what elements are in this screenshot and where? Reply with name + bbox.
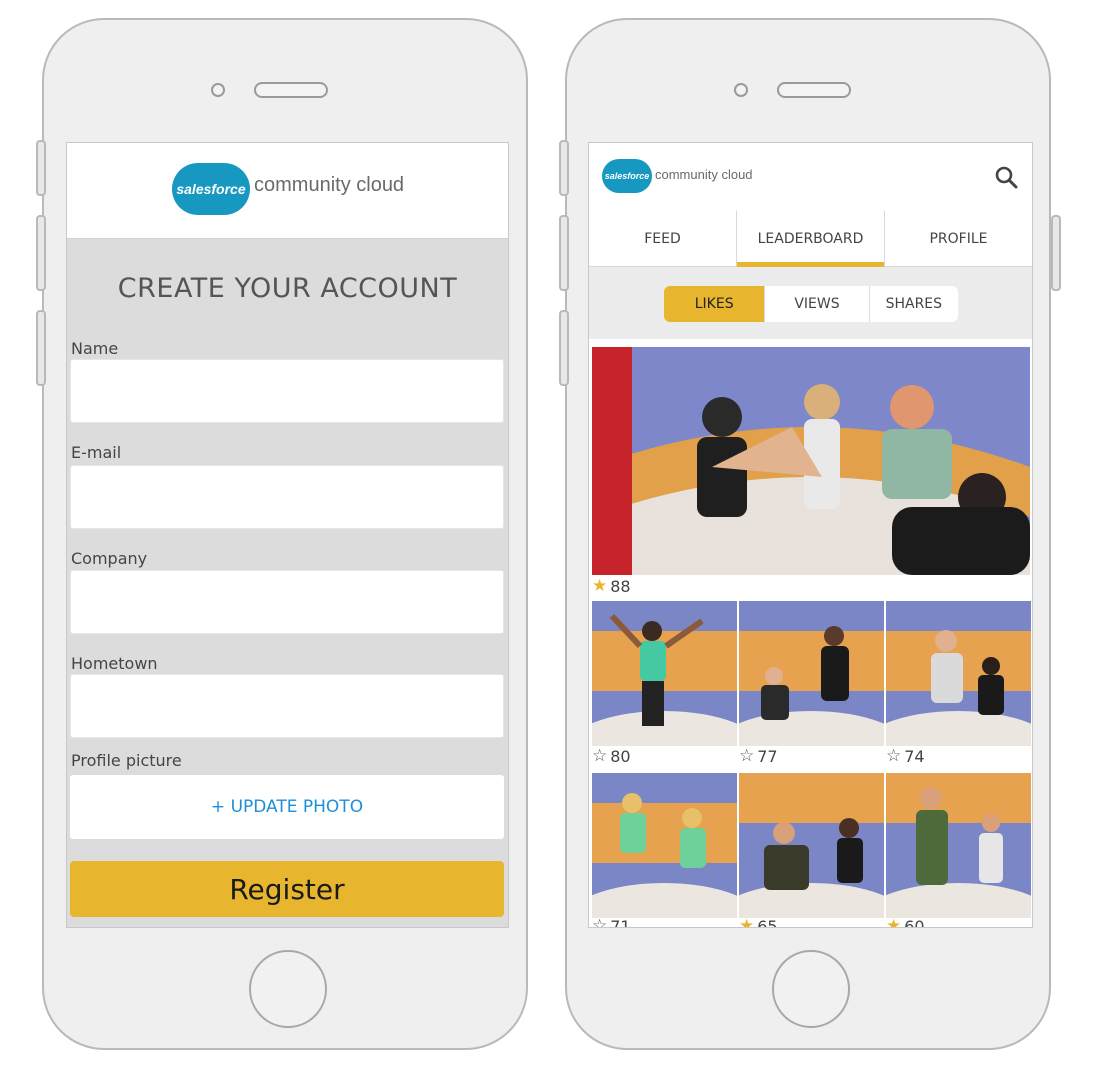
star-icon: ☆	[739, 746, 755, 766]
app-header: salesforce community cloud	[67, 143, 508, 239]
name-label: Name	[71, 339, 119, 358]
right-phone-power-button	[1051, 215, 1061, 291]
home-button[interactable]	[249, 950, 327, 1028]
register-screen: salesforce community cloud CREATE YOUR A…	[66, 142, 509, 928]
email-label: E-mail	[71, 443, 122, 462]
photo-image	[592, 773, 737, 918]
star-icon: ☆	[886, 746, 902, 766]
photo-image	[739, 601, 884, 746]
like-count: ★ 88	[592, 576, 631, 596]
search-icon[interactable]	[994, 165, 1018, 189]
star-icon: ★	[592, 576, 608, 596]
app-header: salesforce community cloud	[589, 143, 1032, 212]
leaderboard-photo[interactable]	[592, 601, 737, 746]
leaderboard-screen: salesforce community cloud FEED LEADERBO…	[588, 142, 1033, 928]
speaker-grille	[777, 82, 851, 98]
name-field[interactable]	[70, 359, 504, 423]
photo-image	[886, 773, 1031, 918]
camera-dot	[211, 83, 225, 97]
company-field[interactable]	[70, 570, 504, 634]
segment-views[interactable]: VIEWS	[765, 286, 870, 322]
segment-likes[interactable]: LIKES	[664, 286, 766, 322]
photo-image	[739, 773, 884, 918]
star-icon: ☆	[592, 916, 608, 928]
photo-image	[886, 601, 1031, 746]
star-icon: ☆	[592, 746, 608, 766]
hometown-field[interactable]	[70, 674, 504, 738]
salesforce-logo: salesforce	[602, 159, 652, 193]
home-button[interactable]	[772, 950, 850, 1028]
right-phone-side-button	[559, 310, 569, 386]
right-phone-side-button	[559, 140, 569, 196]
left-phone-side-button	[36, 310, 46, 386]
tab-profile[interactable]: PROFILE	[885, 211, 1032, 266]
right-phone-side-button	[559, 215, 569, 291]
photo-grid: ★ 88 ☆ 80 ☆ 77 ☆ 74 ☆ 71 ★ 65 ★ 60	[589, 339, 1032, 928]
community-cloud-wordmark: community cloud	[254, 174, 405, 196]
metric-segmented-control: LIKES VIEWS SHARES	[664, 286, 958, 322]
left-phone-side-button	[36, 140, 46, 196]
like-count: ☆ 77	[739, 746, 778, 766]
main-tabs: FEED LEADERBOARD PROFILE	[589, 211, 1032, 267]
like-count: ☆ 80	[592, 746, 631, 766]
speaker-grille	[254, 82, 328, 98]
like-count: ☆ 74	[886, 746, 925, 766]
camera-dot	[734, 83, 748, 97]
leaderboard-photo[interactable]	[739, 601, 884, 746]
leaderboard-photo[interactable]	[886, 773, 1031, 918]
hometown-label: Hometown	[71, 654, 158, 673]
tab-leaderboard[interactable]: LEADERBOARD	[737, 211, 885, 267]
star-icon: ★	[739, 916, 755, 928]
profile-picture-label: Profile picture	[71, 751, 182, 770]
tab-feed[interactable]: FEED	[589, 211, 737, 266]
like-count: ★ 60	[886, 916, 925, 928]
community-cloud-wordmark: community cloud	[655, 167, 753, 182]
salesforce-logo: salesforce	[172, 163, 250, 215]
register-button[interactable]: Register	[70, 861, 504, 917]
update-photo-button[interactable]: + UPDATE PHOTO	[70, 775, 504, 839]
page-title: CREATE YOUR ACCOUNT	[117, 273, 458, 304]
segment-shares[interactable]: SHARES	[870, 286, 958, 322]
leaderboard-photo[interactable]	[592, 347, 1030, 575]
leaderboard-photo[interactable]	[739, 773, 884, 918]
photo-image	[592, 601, 737, 746]
leaderboard-photo[interactable]	[886, 601, 1031, 746]
company-label: Company	[71, 549, 148, 568]
like-count: ☆ 71	[592, 916, 631, 928]
photo-image	[592, 347, 1030, 575]
left-phone-side-button	[36, 215, 46, 291]
email-field[interactable]	[70, 465, 504, 529]
like-count: ★ 65	[739, 916, 778, 928]
leaderboard-photo[interactable]	[592, 773, 737, 918]
star-icon: ★	[886, 916, 902, 928]
